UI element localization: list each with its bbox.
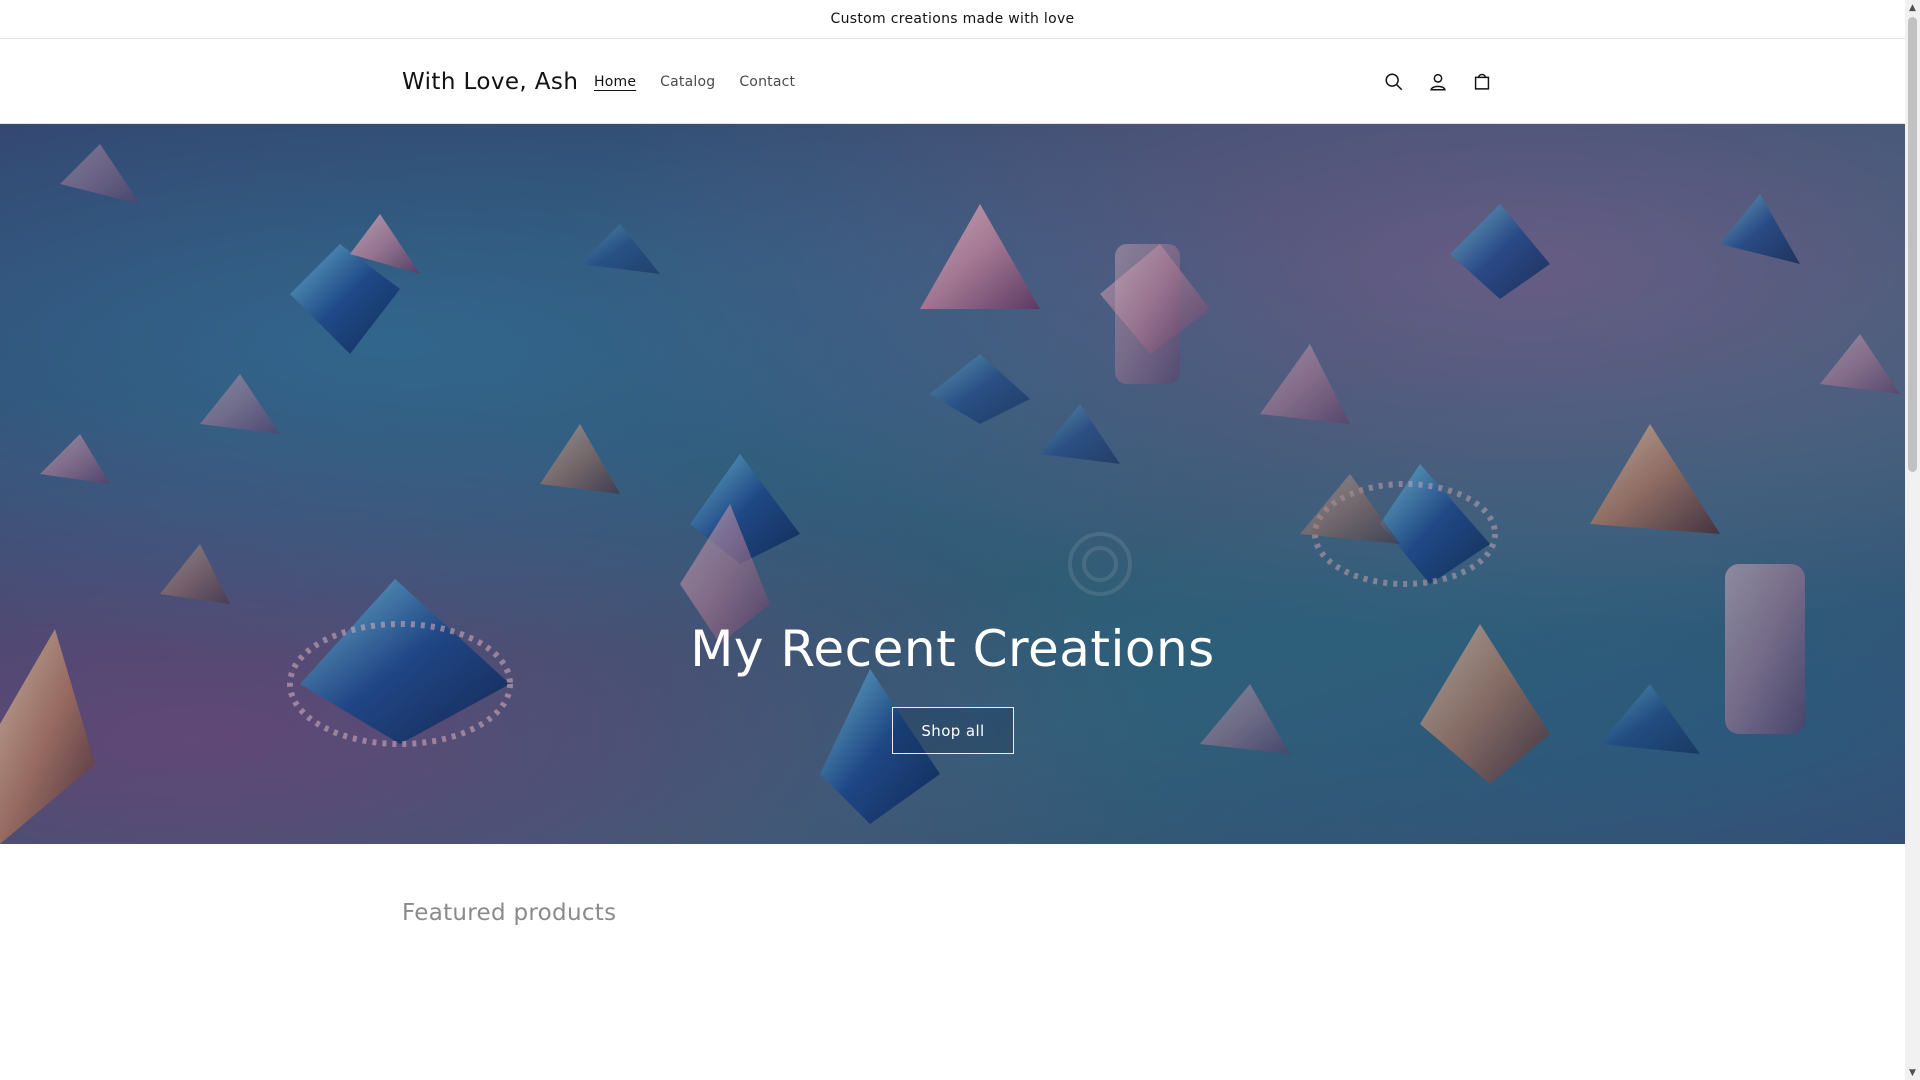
store-logo[interactable]: With Love, Ash [402, 39, 578, 124]
hero-banner: My Recent Creations Shop all [0, 124, 1905, 844]
site-header: With Love, Ash Home Catalog Contact [0, 39, 1905, 124]
nav-home[interactable]: Home [582, 66, 648, 98]
cart-button[interactable] [1463, 60, 1501, 104]
header-icons [1375, 39, 1501, 124]
announcement-text: Custom creations made with love [830, 11, 1075, 27]
hero-title: My Recent Creations [690, 620, 1215, 678]
nav-contact[interactable]: Contact [727, 66, 807, 98]
account-button[interactable] [1419, 60, 1457, 104]
main-nav: Home Catalog Contact [582, 39, 807, 124]
announcement-bar: Custom creations made with love [0, 0, 1905, 39]
scroll-up-arrow-icon[interactable]: ▲ [1905, 0, 1920, 15]
featured-products-heading: Featured products [402, 900, 617, 926]
shop-all-button[interactable]: Shop all [892, 707, 1014, 754]
scroll-down-arrow-icon[interactable]: ▼ [1905, 1065, 1920, 1080]
cart-icon [1474, 73, 1490, 90]
scroll-thumb[interactable] [1908, 17, 1917, 472]
account-icon [1430, 73, 1446, 91]
search-icon [1385, 72, 1403, 90]
nav-catalog[interactable]: Catalog [648, 66, 727, 98]
search-button[interactable] [1375, 60, 1413, 104]
page-scrollbar[interactable]: ▲ ▼ [1905, 0, 1920, 1080]
